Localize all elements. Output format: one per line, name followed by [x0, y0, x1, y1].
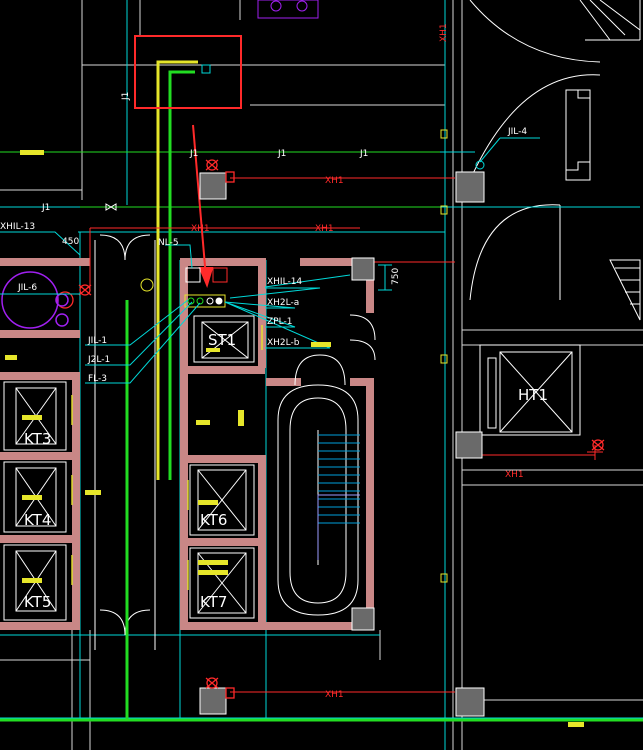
shaft-kt3: KT3: [24, 430, 51, 448]
label-xh1-c: XH1: [325, 690, 344, 700]
hydrant-cabinets: [199, 171, 485, 717]
riser-top-marker: [201, 64, 211, 74]
label-xh1-a: XH1: [325, 176, 344, 186]
callout-nl-5: NL-5: [158, 238, 179, 248]
room-tags: [5, 150, 584, 727]
label-j1-top: J1: [277, 149, 286, 159]
callout-fl-3: FL-3: [88, 374, 107, 384]
label-j1-top-c: J1: [189, 149, 198, 159]
callout-dim-450: 450: [62, 237, 79, 247]
callout-xh2l-b: XH2L-b: [267, 338, 300, 348]
callout-j2l-1: J2L-1: [87, 355, 110, 365]
shaft-st1: ST1: [208, 331, 236, 349]
label-xh1-e: XH1: [191, 224, 210, 234]
callout-xhil-13: XHIL-13: [0, 222, 35, 232]
callout-xhil-14: XHIL-14: [267, 277, 302, 287]
stair-treads: [318, 434, 360, 524]
callout-jil-1: JIL-1: [87, 336, 107, 346]
cad-drawing-canvas[interactable]: J1 J1 J1 J1 J1 XH1 XH1 XH1 XH1 XH1 XH1 X…: [0, 0, 643, 750]
label-j1-top-b: J1: [359, 149, 368, 159]
shaft-kt6: KT6: [200, 511, 227, 529]
label-xh1-vert: XH1: [439, 23, 449, 42]
callout-jil-4: JIL-4: [507, 127, 527, 137]
label-j1-left: J1: [41, 203, 50, 213]
top-right-stair-lines: [469, 0, 641, 321]
shaft-labels: ST1 KT3 KT4 KT5 KT6 KT7 HT1: [24, 331, 548, 611]
floor-plan: J1 J1 J1 J1 J1 XH1 XH1 XH1 XH1 XH1 XH1 X…: [0, 0, 643, 750]
shaft-kt7: KT7: [200, 593, 227, 611]
stair-arrow: [317, 494, 360, 560]
top-shapes: [257, 0, 319, 19]
callout-zpl-1: ZPL-1: [267, 317, 292, 327]
shaft-kt5: KT5: [24, 593, 51, 611]
jil6-circle: [1, 271, 69, 329]
label-xh1-b: XH1: [315, 224, 334, 234]
label-xh1-d: XH1: [505, 470, 524, 480]
shaft-ht1: HT1: [518, 386, 548, 404]
callout-xh2l-a: XH2L-a: [267, 298, 299, 308]
hydrant-symbols: [56, 159, 605, 699]
axis-ticks: [440, 129, 448, 583]
callout-dim-750: 750: [391, 268, 401, 285]
callout-jil-6: JIL-6: [17, 283, 37, 293]
drain-pipe: [156, 60, 198, 480]
label-j1-vert: J1: [121, 92, 131, 101]
shaft-kt4: KT4: [24, 511, 51, 529]
